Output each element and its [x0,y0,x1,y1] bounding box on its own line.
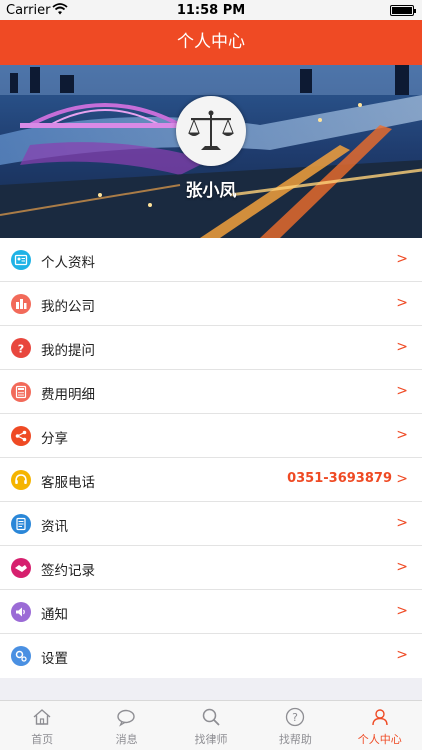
menu-item-label: 我的提问 [41,343,95,359]
gear-icon [11,646,31,666]
tab-find-lawyer[interactable]: 找律师 [169,701,253,750]
menu-item-notifications[interactable]: 通知 > [0,590,422,634]
tab-label: 找律师 [194,733,228,746]
handshake-icon [11,558,31,578]
clock: 11:58 PM [176,3,246,18]
menu-item-label: 分享 [41,431,68,447]
chevron-right-icon: > [396,251,408,267]
profile-menu: 个人资料 > 我的公司 > ? 我的提问 > 费用明细 > 分享 > 客服电话 … [0,238,422,678]
home-icon [33,709,51,725]
tab-find-help[interactable]: ? 找帮助 [253,701,337,750]
tab-bar: 首页 消息 找律师 ? 找帮助 个人中心 [0,700,422,750]
battery-icon [390,5,416,16]
scales-of-justice-icon [188,110,234,150]
chevron-right-icon: > [396,295,408,311]
person-icon [371,709,388,726]
menu-item-label: 我的公司 [41,299,95,315]
tab-messages[interactable]: 消息 [84,701,168,750]
profile-banner: 张小凤 [0,65,422,238]
chat-bubble-icon [117,709,136,727]
tab-label: 个人中心 [357,733,402,746]
profile-card-icon [11,250,31,270]
status-bar: Carrier 11:58 PM [0,0,422,20]
calculator-icon [11,382,31,402]
chevron-right-icon: > [396,427,408,443]
menu-item-label: 费用明细 [41,387,95,403]
page-title: 个人中心 [0,20,422,65]
headset-icon [11,470,31,490]
menu-item-label: 设置 [41,651,68,667]
menu-item-settings[interactable]: 设置 > [0,634,422,678]
menu-item-label: 签约记录 [41,563,95,579]
menu-item-share[interactable]: 分享 > [0,414,422,458]
chevron-right-icon: > [396,515,408,531]
avatar[interactable] [176,96,246,166]
tab-home[interactable]: 首页 [0,701,84,750]
chevron-right-icon: > [396,559,408,575]
menu-item-company[interactable]: 我的公司 > [0,282,422,326]
menu-item-label: 通知 [41,607,68,623]
menu-item-profile[interactable]: 个人资料 > [0,238,422,282]
menu-item-fees[interactable]: 费用明细 > [0,370,422,414]
svg-text:?: ? [18,343,24,356]
building-icon [11,294,31,314]
chevron-right-icon: > [396,647,408,663]
chevron-right-icon: > [396,339,408,355]
menu-item-questions[interactable]: ? 我的提问 > [0,326,422,370]
chevron-right-icon: > [396,383,408,399]
share-icon [11,426,31,446]
menu-item-label: 资讯 [41,519,68,535]
help-icon: ? [286,707,305,727]
search-icon [202,708,220,726]
tab-label: 找帮助 [278,733,312,746]
menu-item-label: 个人资料 [41,255,95,271]
menu-item-news[interactable]: 资讯 > [0,502,422,546]
user-name: 张小凤 [185,181,237,201]
tab-label: 消息 [115,733,138,746]
tab-label: 首页 [31,733,54,746]
tab-personal-center[interactable]: 个人中心 [338,701,422,750]
menu-item-label: 客服电话 [41,475,95,491]
menu-item-customer-service[interactable]: 客服电话 0351-3693879 > [0,458,422,502]
menu-item-contracts[interactable]: 签约记录 > [0,546,422,590]
svg-text:?: ? [292,711,298,724]
question-bubble-icon: ? [11,338,31,358]
chevron-right-icon: > [396,603,408,619]
service-phone-number[interactable]: 0351-3693879 [287,471,392,486]
speaker-icon [11,602,31,622]
chevron-right-icon: > [396,471,408,487]
document-icon [11,514,31,534]
